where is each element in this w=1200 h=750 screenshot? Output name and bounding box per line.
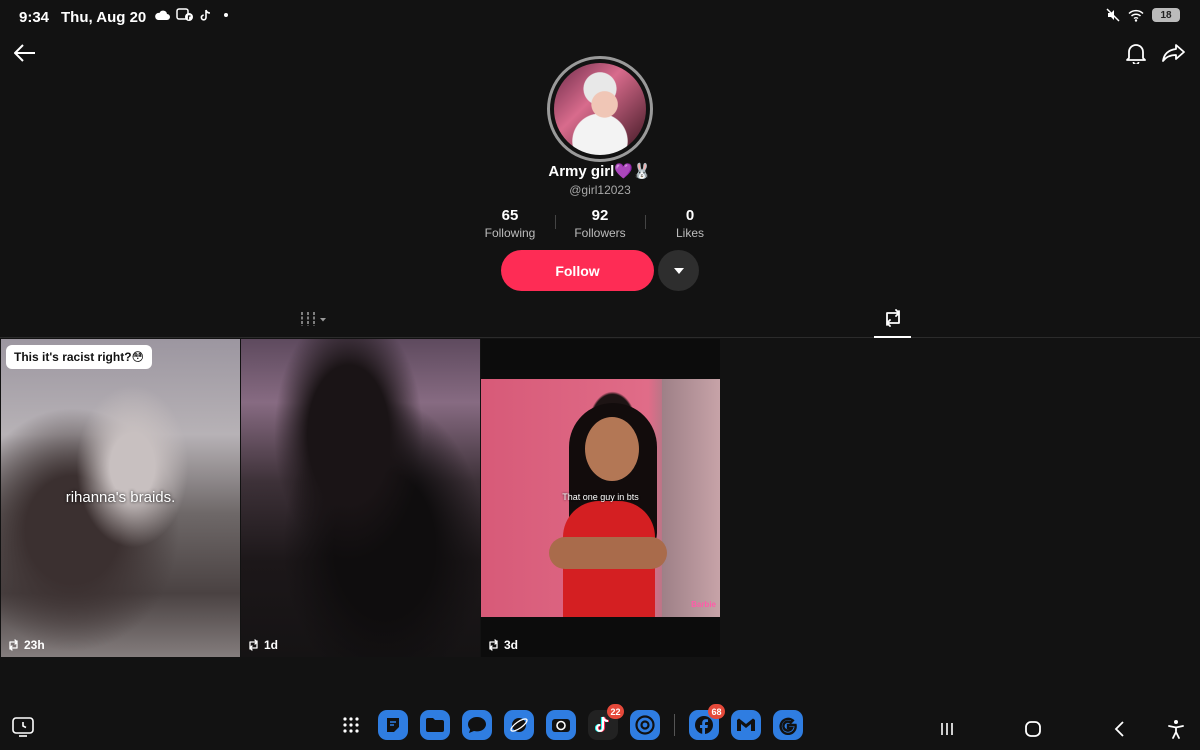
repost-icon <box>885 309 900 327</box>
stat-likes: 0 Likes <box>645 207 735 241</box>
video-tile[interactable]: This it's racist right?😳 rihanna's braid… <box>1 339 240 657</box>
profile-avatar[interactable] <box>547 56 653 162</box>
gmail-icon <box>737 718 755 731</box>
profile-tab-bar <box>0 300 1200 338</box>
bell-icon <box>1126 44 1146 64</box>
mute-icon <box>1106 8 1120 22</box>
video-age: 3d <box>504 638 519 652</box>
video-tile[interactable]: That one guy in bts Barbie 3d <box>481 339 720 657</box>
grid-sort-icon <box>301 312 326 326</box>
app-drawer-button[interactable] <box>336 710 366 740</box>
repost-small-icon <box>9 639 18 651</box>
video-tile[interactable]: 1d <box>241 339 480 657</box>
follow-button[interactable]: Follow <box>501 250 654 291</box>
app-gmail[interactable] <box>731 710 761 740</box>
profile-display-name: Army girl💜🐰 <box>548 163 652 180</box>
notifications-button[interactable] <box>1120 37 1152 69</box>
repost-small-icon <box>249 639 258 651</box>
home-button[interactable] <box>1021 717 1045 741</box>
tab-videos[interactable] <box>290 308 332 330</box>
barbie-logo: Barbie <box>691 600 716 609</box>
battery-level: 18 <box>1160 9 1172 21</box>
stat-followers-count: 92 <box>591 207 609 224</box>
home-circle-icon <box>1025 721 1041 737</box>
app-google[interactable] <box>773 710 803 740</box>
video-meta: 3d <box>487 638 518 652</box>
system-back-button[interactable] <box>1107 717 1131 741</box>
messenger-facebook-icon <box>176 8 193 21</box>
stat-following-label: Following <box>484 226 536 240</box>
video-overlay-text: rihanna's braids. <box>65 489 176 506</box>
folder-icon <box>426 718 444 732</box>
app-tiktok[interactable]: 22 <box>588 704 624 740</box>
screen-recorder-button[interactable] <box>12 717 34 742</box>
app-notes[interactable] <box>378 710 408 740</box>
share-arrow-icon <box>1162 44 1185 62</box>
stat-followers-label: Followers <box>574 226 626 240</box>
repost-small-icon <box>489 639 498 651</box>
chrome-icon <box>635 715 655 735</box>
system-bottom-bar: 22 68 <box>0 704 1200 750</box>
video-overlay-text: That one guy in bts <box>562 492 639 502</box>
video-meta: 23h <box>7 638 45 652</box>
video-age: 1d <box>264 638 279 652</box>
back-button[interactable] <box>9 37 41 69</box>
video-caption-bubble: This it's racist right?😳 <box>6 345 153 369</box>
chat-bubble-icon <box>468 717 486 733</box>
tiktok-notification-icon <box>200 9 211 21</box>
avatar-image <box>554 63 646 155</box>
app-messages[interactable] <box>462 710 492 740</box>
tiktok-notification-badge: 22 <box>607 704 624 719</box>
app-camera[interactable] <box>546 710 576 740</box>
suggested-accounts-button[interactable] <box>658 250 699 291</box>
app-browser[interactable] <box>504 710 534 740</box>
facebook-notification-badge: 68 <box>708 704 725 719</box>
status-more-dot <box>224 13 228 17</box>
app-chrome[interactable] <box>630 710 660 740</box>
caret-down-icon <box>673 267 684 274</box>
video-meta: 1d <box>247 638 278 652</box>
accessibility-button[interactable] <box>1164 717 1188 741</box>
app-grid-icon <box>343 717 359 733</box>
chevron-left-icon <box>1114 721 1124 737</box>
dock-divider <box>674 714 675 736</box>
video-age: 23h <box>24 638 45 652</box>
status-system-icons: 18 <box>1106 8 1180 22</box>
video-grid: This it's racist right?😳 rihanna's braid… <box>1 339 720 657</box>
arrow-left-icon <box>14 44 35 62</box>
camera-icon <box>552 719 570 732</box>
stat-likes-count: 0 <box>685 207 695 224</box>
wifi-icon <box>1128 9 1144 22</box>
status-notification-icons <box>154 8 228 22</box>
stat-following[interactable]: 65 Following <box>465 207 555 241</box>
tiktok-icon <box>595 716 610 733</box>
status-time: 9:34 <box>19 9 50 26</box>
status-date: Thu, Aug 20 <box>61 9 147 26</box>
screen-recorder-icon <box>12 717 34 737</box>
app-dock: 22 68 <box>336 704 803 740</box>
battery-indicator: 18 <box>1152 8 1180 22</box>
app-facebook[interactable]: 68 <box>689 704 725 740</box>
profile-stats: 65 Following 92 Followers 0 Likes <box>465 207 735 241</box>
stat-followers[interactable]: 92 Followers <box>555 207 645 241</box>
share-button[interactable] <box>1158 37 1190 69</box>
stat-following-count: 65 <box>501 207 519 224</box>
stat-likes-label: Likes <box>675 226 704 240</box>
recent-apps-button[interactable] <box>935 717 959 741</box>
notes-icon <box>387 718 399 732</box>
profile-username: @girl12023 <box>569 183 631 197</box>
accessibility-icon <box>1168 720 1184 739</box>
planet-icon <box>510 718 528 732</box>
cloud-icon <box>155 10 170 20</box>
google-icon <box>779 717 797 735</box>
status-bar: 9:34 Thu, Aug 20 18 <box>0 0 1200 34</box>
recents-icon <box>941 723 953 735</box>
app-files[interactable] <box>420 710 450 740</box>
tab-reposts[interactable] <box>874 305 911 338</box>
